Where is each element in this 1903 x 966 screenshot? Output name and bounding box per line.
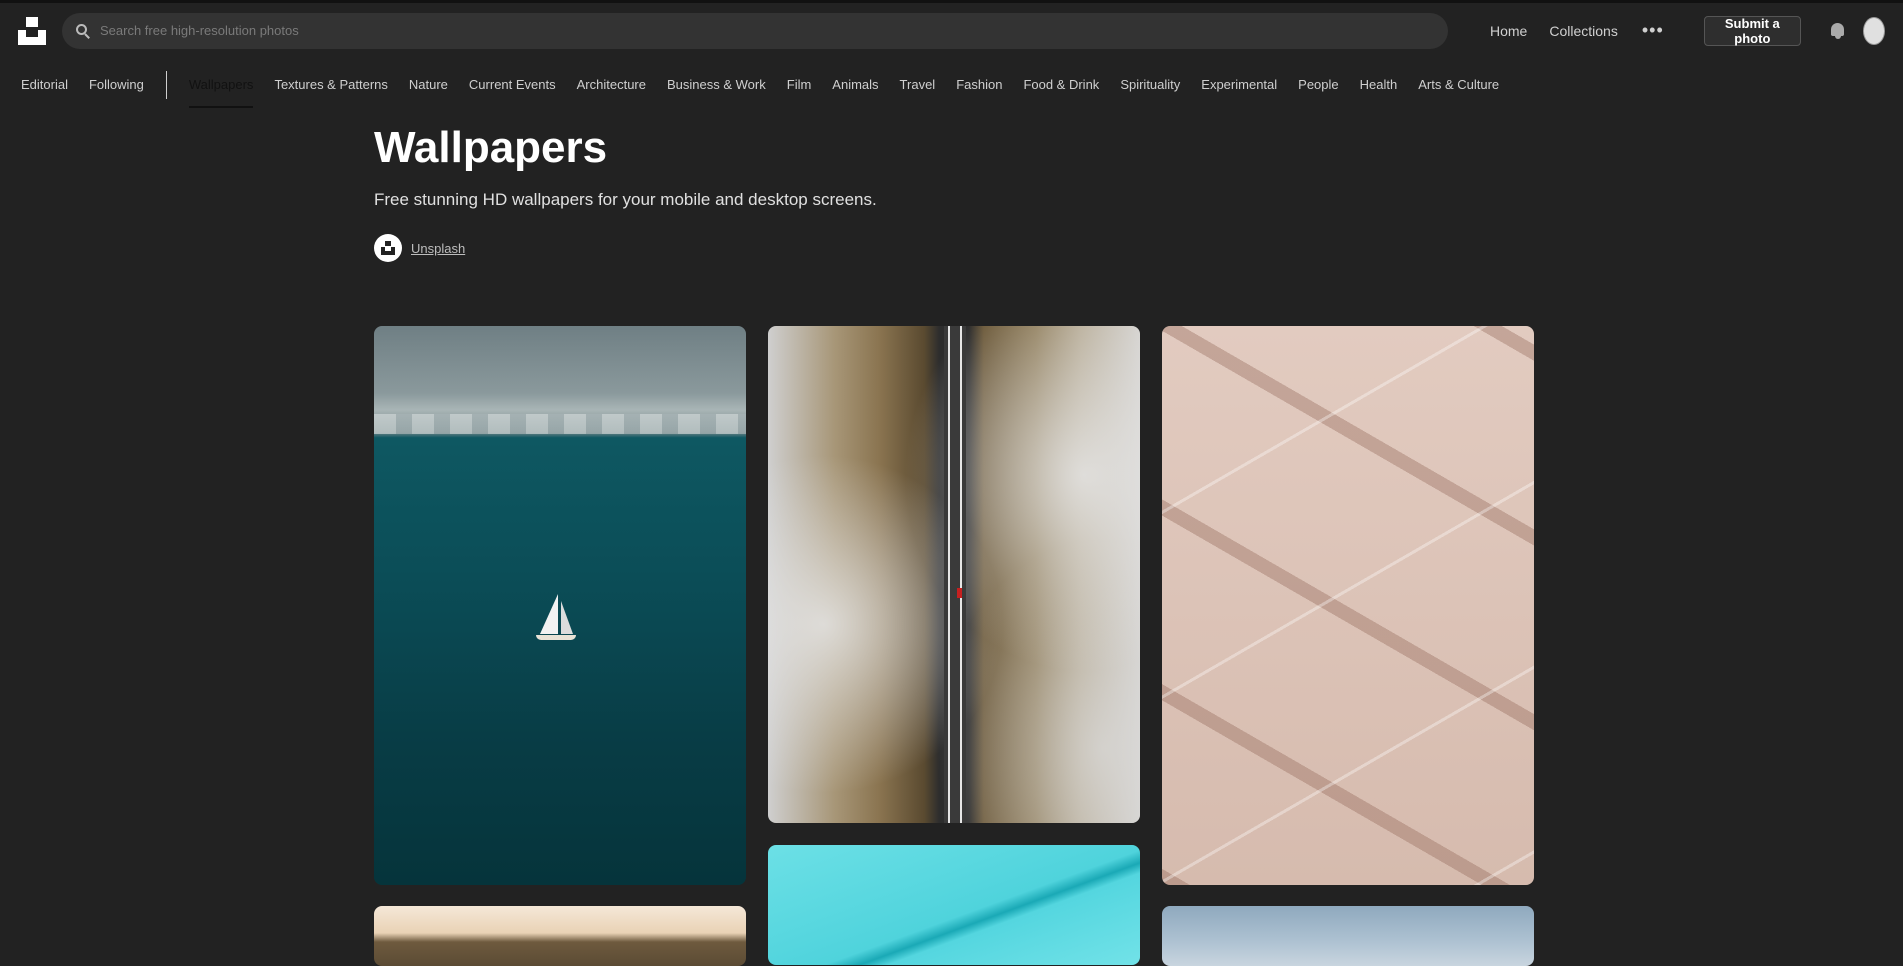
more-icon[interactable]: ••• bbox=[1642, 20, 1664, 41]
page-title: Wallpapers bbox=[374, 123, 608, 172]
nav-home[interactable]: Home bbox=[1490, 23, 1527, 39]
photo-forest-road-fog[interactable] bbox=[768, 326, 1140, 823]
avatar[interactable] bbox=[1862, 16, 1885, 45]
nav-collections[interactable]: Collections bbox=[1549, 23, 1617, 39]
tab-architecture[interactable]: Architecture bbox=[577, 62, 646, 108]
tab-people[interactable]: People bbox=[1298, 62, 1338, 108]
search-icon[interactable] bbox=[76, 23, 90, 39]
tab-arts-culture[interactable]: Arts & Culture bbox=[1418, 62, 1499, 108]
category-divider bbox=[165, 71, 167, 99]
tab-spirituality[interactable]: Spirituality bbox=[1120, 62, 1180, 108]
header-nav: Home Collections ••• Submit a photo bbox=[1490, 15, 1885, 46]
bell-icon[interactable] bbox=[1829, 22, 1844, 40]
tab-animals[interactable]: Animals bbox=[832, 62, 878, 108]
tab-wallpapers[interactable]: Wallpapers bbox=[188, 62, 253, 108]
tab-fashion[interactable]: Fashion bbox=[956, 62, 1002, 108]
submit-photo-button[interactable]: Submit a photo bbox=[1703, 15, 1801, 46]
tab-following[interactable]: Following bbox=[89, 62, 144, 108]
tab-food-drink[interactable]: Food & Drink bbox=[1023, 62, 1099, 108]
unsplash-avatar-icon[interactable] bbox=[374, 234, 402, 262]
tab-health[interactable]: Health bbox=[1360, 62, 1398, 108]
photo-sailboat-sea[interactable] bbox=[374, 326, 746, 885]
curator-link[interactable]: Unsplash bbox=[411, 241, 465, 256]
search-bar[interactable] bbox=[62, 12, 1448, 49]
topic-hero: Wallpapers Free stunning HD wallpapers f… bbox=[374, 118, 1174, 262]
page-description: Free stunning HD wallpapers for your mob… bbox=[374, 190, 877, 209]
photo-desert-hills[interactable] bbox=[374, 906, 746, 966]
tab-travel[interactable]: Travel bbox=[900, 62, 936, 108]
tab-nature[interactable]: Nature bbox=[409, 62, 448, 108]
category-bar: Editorial Following Wallpapers Textures … bbox=[0, 62, 1903, 108]
photo-sky[interactable] bbox=[1162, 906, 1534, 966]
tab-textures-patterns[interactable]: Textures & Patterns bbox=[274, 62, 387, 108]
tab-experimental[interactable]: Experimental bbox=[1201, 62, 1277, 108]
curator-credit: Unsplash bbox=[374, 234, 1174, 262]
header: Home Collections ••• Submit a photo bbox=[0, 3, 1903, 58]
tab-film[interactable]: Film bbox=[787, 62, 812, 108]
search-input[interactable] bbox=[100, 23, 1434, 38]
tab-editorial[interactable]: Editorial bbox=[21, 62, 68, 108]
photo-turquoise-abstract[interactable] bbox=[768, 845, 1140, 965]
unsplash-logo-icon[interactable] bbox=[18, 16, 46, 45]
photo-pink-envelopes[interactable] bbox=[1162, 326, 1534, 885]
tab-current-events[interactable]: Current Events bbox=[469, 62, 556, 108]
tab-business-work[interactable]: Business & Work bbox=[667, 62, 766, 108]
